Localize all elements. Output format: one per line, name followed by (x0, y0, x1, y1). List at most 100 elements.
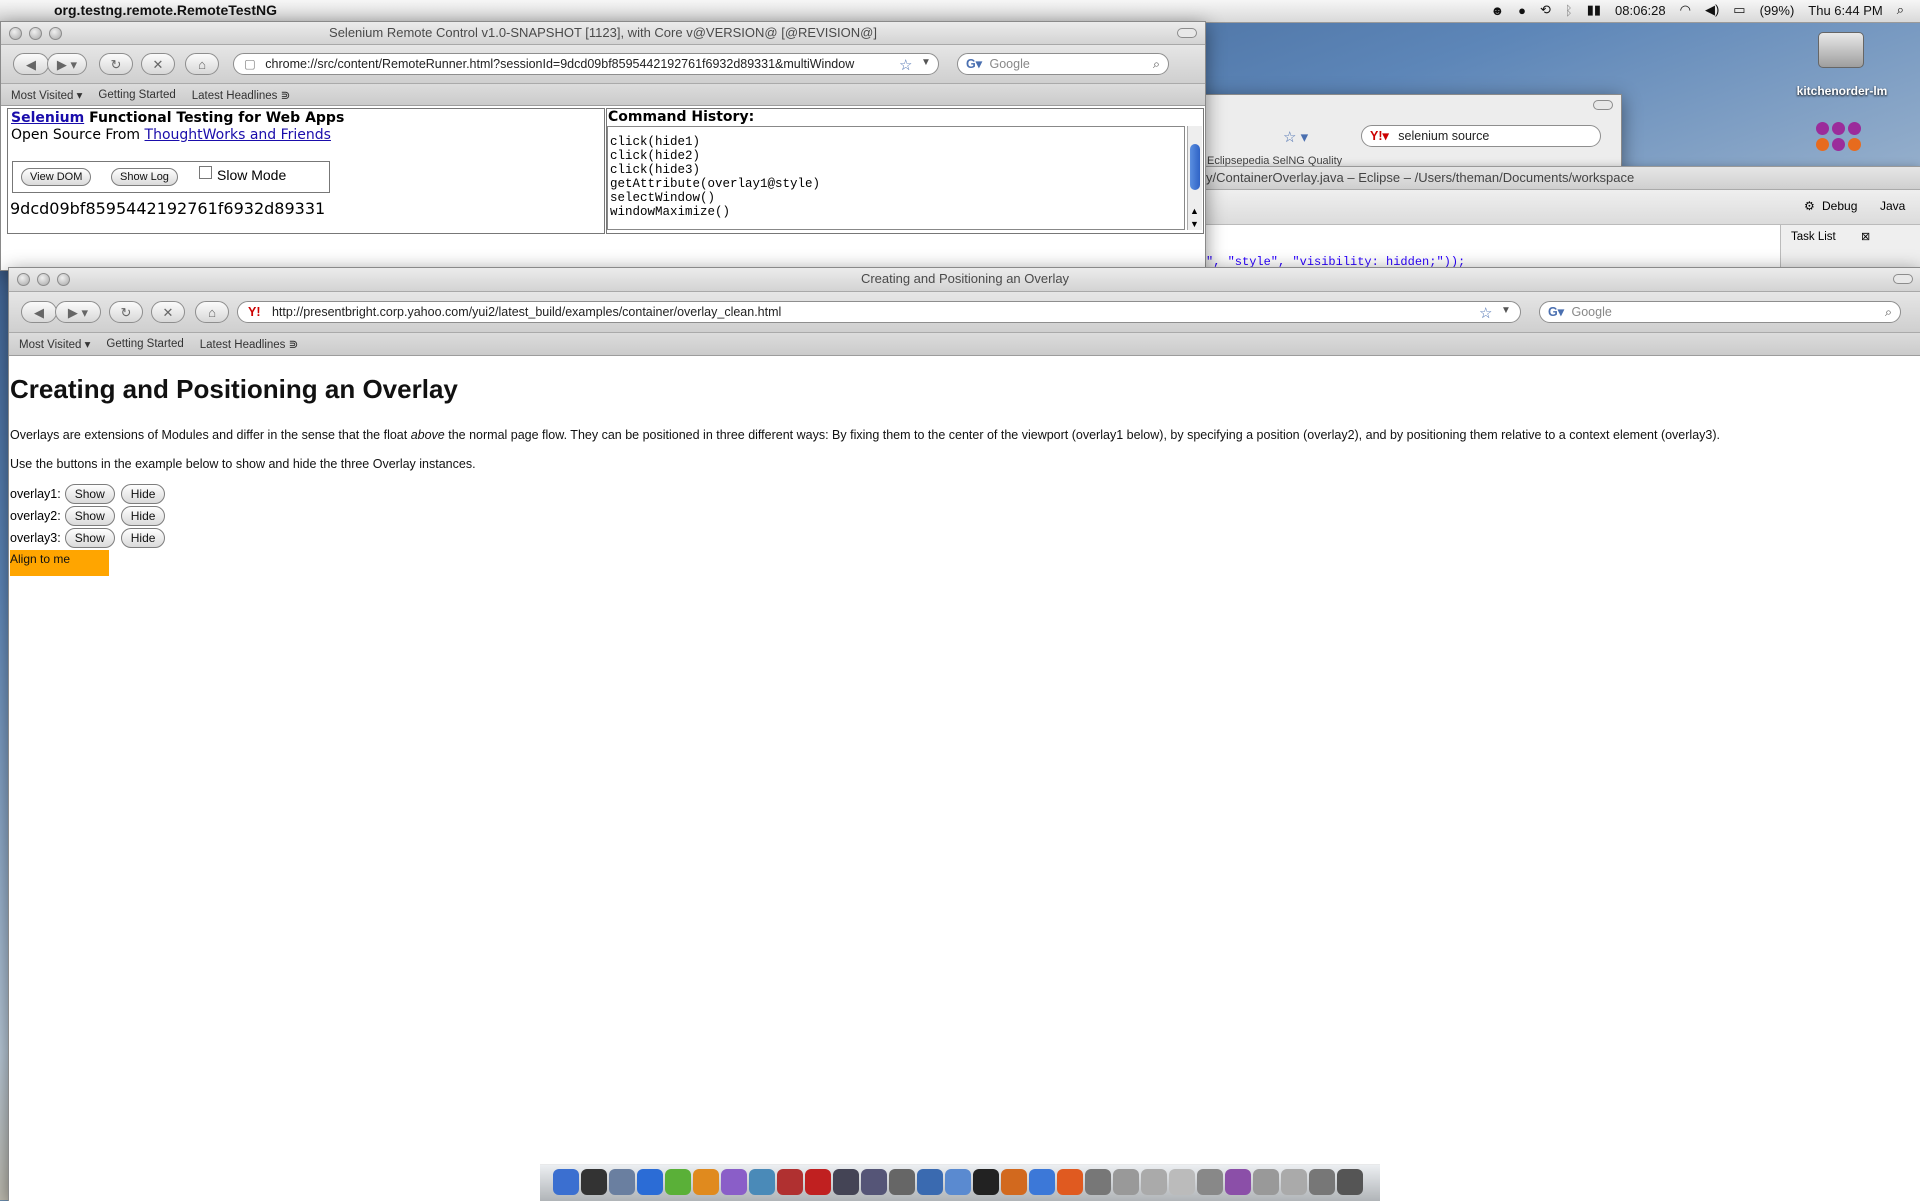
active-app-name[interactable]: org.testng.remote.RemoteTestNG (54, 2, 277, 18)
dock-app-icon[interactable] (889, 1169, 915, 1195)
dock-app-icon[interactable] (1281, 1169, 1307, 1195)
stop-button[interactable]: ✕ (151, 301, 185, 323)
dock-app-icon[interactable] (1253, 1169, 1279, 1195)
history-scrollbar[interactable]: ▲ ▼ (1187, 126, 1202, 230)
dock-app-icon[interactable] (749, 1169, 775, 1195)
widget-dots-icon[interactable] (1816, 122, 1866, 164)
battery-icon[interactable]: ▭ (1733, 2, 1745, 18)
bluetooth-icon[interactable]: ᛒ (1565, 3, 1573, 18)
search-icon[interactable]: ⌕ (1153, 54, 1160, 74)
back-button[interactable]: ◀ (21, 301, 57, 323)
dock-app-icon[interactable] (1085, 1169, 1111, 1195)
toolbar-toggle-icon[interactable] (1593, 100, 1613, 110)
scroll-down-icon[interactable]: ▼ (1190, 219, 1199, 229)
home-button[interactable]: ⌂ (195, 301, 229, 323)
dock-app-icon[interactable] (693, 1169, 719, 1195)
zoom-window-icon[interactable] (57, 273, 70, 286)
close-window-icon[interactable] (9, 27, 22, 40)
slow-mode-checkbox[interactable] (199, 166, 212, 179)
battery-percent[interactable]: (99%) (1760, 3, 1795, 18)
minimize-window-icon[interactable] (37, 273, 50, 286)
debug-perspective-label[interactable]: Debug (1822, 199, 1857, 213)
bookmark-latest-headlines[interactable]: Latest Headlines ⋑ (200, 337, 299, 351)
dock-app-icon[interactable] (1057, 1169, 1083, 1195)
view-dom-button[interactable]: View DOM (21, 168, 92, 186)
background-browser-window[interactable]: ☆ ▾ Y!▾ selenium source Eclipsepedia Sel… (1180, 94, 1622, 172)
overlay2-show-button[interactable]: Show (64, 506, 115, 526)
wifi-icon[interactable]: ◠ (1680, 2, 1691, 18)
reload-button[interactable]: ↻ (109, 301, 143, 323)
dock-app-icon[interactable] (945, 1169, 971, 1195)
dock-app-icon[interactable] (1309, 1169, 1335, 1195)
dock-app-icon[interactable] (777, 1169, 803, 1195)
dock-app-icon[interactable] (553, 1169, 579, 1195)
dock-app-icon[interactable] (665, 1169, 691, 1195)
dock-app-icon[interactable] (581, 1169, 607, 1195)
eclipse-window[interactable]: y/ContainerOverlay.java – Eclipse – /Use… (1180, 166, 1920, 279)
bookmark-most-visited[interactable]: Most Visited ▾ (19, 337, 90, 351)
dock-app-icon[interactable] (1029, 1169, 1055, 1195)
bookmark-star-icon[interactable]: ☆ ▾ (1283, 128, 1308, 146)
bg-search-field[interactable]: Y!▾ selenium source (1361, 125, 1601, 147)
bookmark-most-visited[interactable]: Most Visited ▾ (11, 88, 82, 102)
volume-icon[interactable]: ◀) (1705, 2, 1719, 18)
dock-app-icon[interactable] (721, 1169, 747, 1195)
dock-app-icon[interactable] (1337, 1169, 1363, 1195)
home-button[interactable]: ⌂ (185, 53, 219, 75)
dock-app-icon[interactable] (1169, 1169, 1195, 1195)
url-dropdown-icon[interactable]: ▼ (1501, 305, 1511, 316)
zoom-window-icon[interactable] (49, 27, 62, 40)
scroll-up-icon[interactable]: ▲ (1190, 206, 1199, 216)
overlay3-hide-button[interactable]: Hide (120, 528, 166, 548)
dock-app-icon[interactable] (637, 1169, 663, 1195)
task-list-tab[interactable]: Task List (1791, 231, 1836, 243)
show-log-button[interactable]: Show Log (111, 168, 178, 186)
url-field[interactable]: ▢ chrome://src/content/RemoteRunner.html… (233, 53, 939, 75)
close-tab-icon[interactable]: ⊠ (1861, 230, 1870, 243)
forward-button[interactable]: ▶ ▾ (47, 53, 87, 75)
bookmark-getting-started[interactable]: Getting Started (98, 89, 175, 101)
minimize-window-icon[interactable] (29, 27, 42, 40)
dock-app-icon[interactable] (1225, 1169, 1251, 1195)
dock-app-icon[interactable] (833, 1169, 859, 1195)
command-history-list[interactable]: click(hide1) click(hide2) click(hide3) g… (607, 126, 1185, 230)
hard-drive-icon[interactable] (1818, 32, 1864, 68)
toolbar-toggle-icon[interactable] (1177, 28, 1197, 38)
search-field[interactable]: G▾ Google ⌕ (957, 53, 1169, 75)
java-perspective-label[interactable]: Java (1880, 199, 1905, 213)
overlay-example-window[interactable]: Creating and Positioning an Overlay ◀ ▶ … (8, 267, 1920, 1201)
dock-app-icon[interactable] (609, 1169, 635, 1195)
search-icon[interactable]: ⌕ (1885, 302, 1892, 322)
back-button[interactable]: ◀ (13, 53, 49, 75)
overlay1-hide-button[interactable]: Hide (120, 484, 166, 504)
bookmark-getting-started[interactable]: Getting Started (106, 338, 183, 350)
bookmark-star-icon[interactable]: ☆ (899, 56, 912, 74)
time-machine-icon[interactable]: ⟲ (1540, 2, 1551, 18)
scrollbar-thumb[interactable] (1190, 144, 1200, 190)
bookmark-latest-headlines[interactable]: Latest Headlines ⋑ (192, 88, 291, 102)
toolbar-toggle-icon[interactable] (1893, 274, 1913, 284)
thoughtworks-link[interactable]: ThoughtWorks and Friends (145, 127, 331, 143)
stop-button[interactable]: ✕ (141, 53, 175, 75)
forward-button[interactable]: ▶ ▾ (55, 301, 101, 323)
selenium-title-bar[interactable]: Selenium Remote Control v1.0-SNAPSHOT [1… (1, 22, 1205, 45)
dock-app-icon[interactable] (1001, 1169, 1027, 1195)
drive-label[interactable]: kitchenorder-lm (1782, 84, 1902, 98)
bookmark-star-icon[interactable]: ☆ (1479, 304, 1492, 322)
dock-app-icon[interactable] (1113, 1169, 1139, 1195)
overlay-title-bar[interactable]: Creating and Positioning an Overlay (9, 268, 1920, 292)
url-dropdown-icon[interactable]: ▼ (921, 57, 931, 68)
selenium-window[interactable]: Selenium Remote Control v1.0-SNAPSHOT [1… (0, 21, 1206, 271)
battery-meter-icon[interactable]: ▮▮ (1587, 2, 1601, 18)
debug-perspective-icon[interactable]: ⚙ (1804, 199, 1815, 213)
clock-text[interactable]: 08:06:28 (1615, 3, 1666, 18)
close-window-icon[interactable] (17, 273, 30, 286)
dock-app-icon[interactable] (861, 1169, 887, 1195)
selenium-link[interactable]: Selenium (11, 110, 84, 126)
dock-app-icon[interactable] (1141, 1169, 1167, 1195)
reload-button[interactable]: ↻ (99, 53, 133, 75)
overlay1-show-button[interactable]: Show (64, 484, 115, 504)
url-field[interactable]: Y! http://presentbright.corp.yahoo.com/y… (237, 301, 1521, 323)
dock-app-icon[interactable] (805, 1169, 831, 1195)
user-icon[interactable]: ☻ (1490, 3, 1504, 18)
